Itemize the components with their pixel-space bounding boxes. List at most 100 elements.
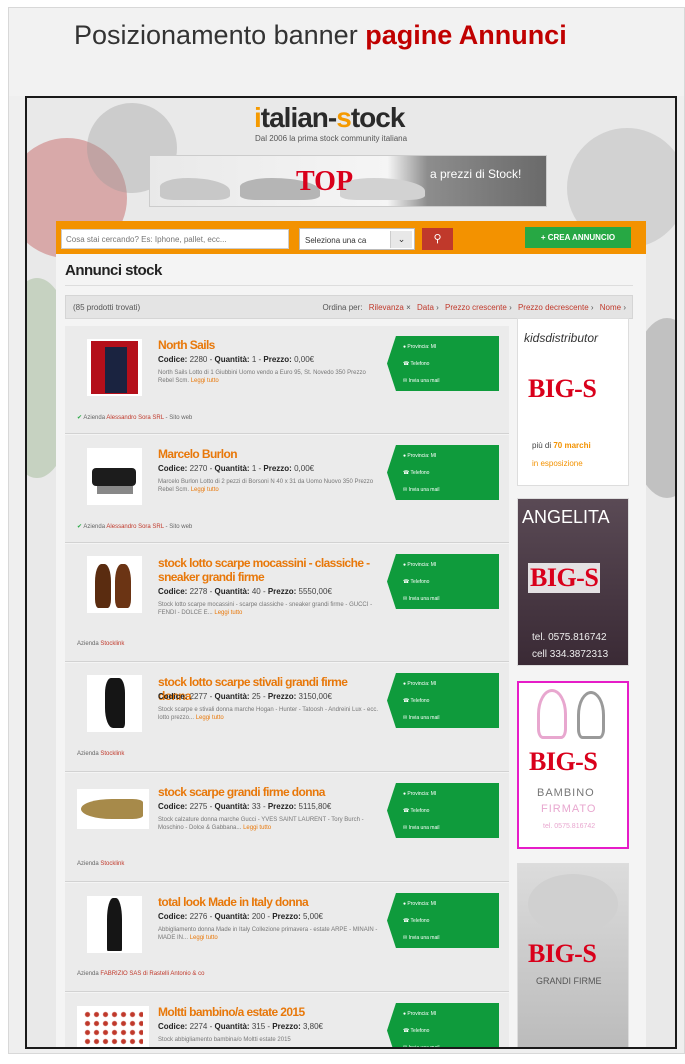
- contact-mail[interactable]: ✉ Invia una mail: [403, 487, 439, 493]
- seller-label: Azienda: [83, 415, 106, 421]
- phone-icon: ☎: [403, 808, 410, 814]
- contact-phone[interactable]: ☎ Telefono: [403, 918, 429, 924]
- page-title: Annunci stock: [65, 262, 162, 279]
- sidebar-ad-kidsdistributor[interactable]: kidsdistributor BIG-S più di 70 marchi i…: [517, 318, 629, 486]
- listing-item[interactable]: stock scarpe grandi firme donna Codice: …: [65, 773, 509, 882]
- category-select[interactable]: Seleziona una ca ⌄: [299, 228, 415, 250]
- listing-item[interactable]: stock lotto scarpe mocassini - classiche…: [65, 544, 509, 662]
- product-thumbnail[interactable]: [87, 339, 142, 396]
- contact-box[interactable]: ● Provincia: MI ☎ Telefono ✉ Invia una m…: [387, 445, 499, 500]
- read-more-link[interactable]: Leggi tutto: [196, 715, 224, 721]
- site-tagline: Dal 2006 la prima stock community italia…: [255, 134, 408, 143]
- seller-link[interactable]: Stocklink: [100, 751, 124, 757]
- listing-code: 2276: [189, 912, 208, 921]
- listing-title[interactable]: North Sails: [158, 338, 383, 352]
- seller-link[interactable]: Stocklink: [100, 861, 124, 867]
- logo-letter-i: i: [254, 102, 262, 133]
- seller-website[interactable]: Sito web: [169, 415, 192, 421]
- logo-text-2: tock: [350, 102, 406, 133]
- sort-option-rilevanza[interactable]: Rilevanza: [369, 303, 404, 312]
- listing-seller: ✔ Azienda Alessandro Sora SRL - Sito web: [77, 524, 193, 530]
- contact-box[interactable]: ● Provincia: MI ☎ Telefono ✉ Invia una m…: [387, 554, 499, 609]
- sort-option-prezzo-crescente[interactable]: Prezzo crescente: [445, 303, 507, 312]
- contact-mail[interactable]: ✉ Invia una mail: [403, 378, 439, 384]
- listing-price: 5115,80€: [298, 802, 332, 811]
- search-button[interactable]: ⚲: [422, 228, 453, 250]
- listing-item[interactable]: stock lotto scarpe stivali grandi firme …: [65, 663, 509, 772]
- sort-option-nome[interactable]: Nome: [600, 303, 621, 312]
- contact-mail[interactable]: ✉ Invia una mail: [403, 825, 439, 831]
- product-thumbnail[interactable]: [77, 789, 149, 829]
- seller-link[interactable]: Alessandro Sora SRL: [106, 415, 163, 421]
- contact-mail-text: Invia una mail: [408, 715, 440, 721]
- seller-link[interactable]: Alessandro Sora SRL: [106, 524, 163, 530]
- contact-province-text: Provincia: MI: [407, 344, 437, 350]
- sidebar-ad-grandi-firme[interactable]: BIG-S GRANDI FIRME: [517, 863, 629, 1047]
- listing-qty: 200: [251, 912, 266, 921]
- listing-meta: Codice: 2280 - Quantità: 1 - Prezzo: 0,0…: [158, 355, 315, 364]
- listing-meta: Codice: 2274 - Quantità: 315 - Prezzo: 3…: [158, 1022, 324, 1031]
- sidebar-ad-bambino-firmato[interactable]: BIG-S BAMBINO FIRMATO tel. 0575.816742: [517, 681, 629, 849]
- location-icon: ●: [403, 344, 407, 350]
- contact-box[interactable]: ● Provincia: MI ☎ Telefono ✉ Invia una m…: [387, 783, 499, 838]
- ad-bigs-logo: BIG-S: [528, 939, 597, 968]
- contact-mail[interactable]: ✉ Invia una mail: [403, 935, 439, 941]
- contact-province: ● Provincia: MI: [403, 453, 436, 459]
- sidebar-ad-angelita[interactable]: ANGELITA BIG-S tel. 0575.816742 cell 334…: [517, 498, 629, 666]
- listing-title[interactable]: Moltti bambino/a estate 2015: [158, 1005, 383, 1019]
- contact-mail[interactable]: ✉ Invia una mail: [403, 1045, 439, 1047]
- search-input[interactable]: [61, 229, 289, 249]
- seller-website[interactable]: Sito web: [169, 524, 192, 530]
- listing-item[interactable]: North Sails Codice: 2280 - Quantità: 1 -…: [65, 326, 509, 434]
- contact-phone[interactable]: ☎ Telefono: [403, 808, 429, 814]
- product-thumbnail[interactable]: [87, 896, 142, 953]
- read-more-link[interactable]: Leggi tutto: [191, 378, 219, 384]
- ad-text-line: tel. 0575.816742: [532, 632, 607, 643]
- logo-letter-s: s: [336, 102, 352, 133]
- contact-box[interactable]: ● Provincia: MI ☎ Telefono ✉ Invia una m…: [387, 1003, 499, 1047]
- logo-text-1: talian-: [260, 102, 337, 133]
- listing-item[interactable]: Moltti bambino/a estate 2015 Codice: 227…: [65, 993, 509, 1047]
- listing-item[interactable]: Marcelo Burlon Codice: 2270 - Quantità: …: [65, 435, 509, 543]
- product-thumbnail[interactable]: [87, 675, 142, 732]
- ad-bigs-logo: BIG-S: [528, 374, 597, 403]
- sort-option-data[interactable]: Data: [417, 303, 434, 312]
- phone-icon: ☎: [403, 361, 410, 367]
- contact-box[interactable]: ● Provincia: MI ☎ Telefono ✉ Invia una m…: [387, 673, 499, 728]
- read-more-link[interactable]: Leggi tutto: [191, 487, 219, 493]
- listing-title[interactable]: stock scarpe grandi firme donna: [158, 785, 383, 799]
- contact-phone[interactable]: ☎ Telefono: [403, 579, 429, 585]
- listing-title[interactable]: Marcelo Burlon: [158, 447, 383, 461]
- product-thumbnail[interactable]: [87, 448, 142, 505]
- site-logo[interactable]: italian-stock: [254, 102, 406, 134]
- listing-description-text: Stock lotto scarpe mocassini - scarpe cl…: [158, 602, 373, 616]
- header-title: Posizionamento banner pagine Annunci: [74, 20, 567, 51]
- contact-mail[interactable]: ✉ Invia una mail: [403, 715, 439, 721]
- ad-image: [528, 874, 618, 934]
- read-more-link[interactable]: Leggi tutto: [190, 935, 218, 941]
- top-banner-ad[interactable]: TOP a prezzi di Stock!: [149, 155, 547, 207]
- read-more-link[interactable]: Leggi tutto: [214, 610, 242, 616]
- sort-option-prezzo-decrescente[interactable]: Prezzo decrescente: [518, 303, 589, 312]
- listing-item[interactable]: total look Made in Italy donna Codice: 2…: [65, 883, 509, 992]
- crea-annuncio-button[interactable]: + CREA ANNUNCIO: [525, 227, 631, 248]
- result-count: (85 prodotti trovati): [73, 303, 141, 312]
- embedded-website-screenshot: italian-stock Dal 2006 la prima stock co…: [25, 96, 677, 1049]
- read-more-link[interactable]: Leggi tutto: [243, 825, 271, 831]
- seller-link[interactable]: Stocklink: [100, 641, 124, 647]
- contact-box[interactable]: ● Provincia: MI ☎ Telefono ✉ Invia una m…: [387, 336, 499, 391]
- location-icon: ●: [403, 791, 407, 797]
- divider: [65, 285, 633, 286]
- contact-phone[interactable]: ☎ Telefono: [403, 1028, 429, 1034]
- contact-phone[interactable]: ☎ Telefono: [403, 698, 429, 704]
- listing-title[interactable]: stock lotto scarpe mocassini - classiche…: [158, 556, 383, 584]
- contact-mail[interactable]: ✉ Invia una mail: [403, 596, 439, 602]
- contact-phone[interactable]: ☎ Telefono: [403, 361, 429, 367]
- seller-link[interactable]: FABRIZIO SAS di Rastelli Antonio & co: [100, 971, 204, 977]
- seller-label: Azienda: [77, 971, 99, 977]
- contact-phone[interactable]: ☎ Telefono: [403, 470, 429, 476]
- listing-title[interactable]: total look Made in Italy donna: [158, 895, 383, 909]
- listing-code: 2274: [189, 1022, 208, 1031]
- contact-box[interactable]: ● Provincia: MI ☎ Telefono ✉ Invia una m…: [387, 893, 499, 948]
- product-thumbnail[interactable]: [77, 1006, 149, 1047]
